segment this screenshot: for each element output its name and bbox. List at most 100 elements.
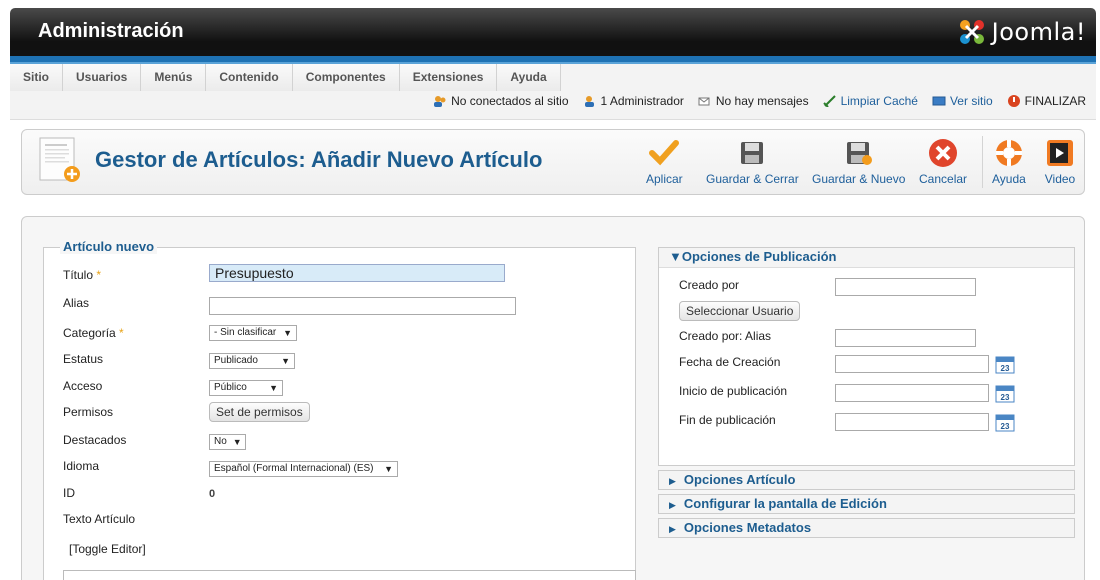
panel-edit-screen[interactable]: ▶ Configurar la pantalla de Edición xyxy=(658,494,1075,514)
menu-item-contenido[interactable]: Contenido xyxy=(206,64,293,91)
admin-title: Administración xyxy=(38,20,184,42)
alias-input[interactable] xyxy=(209,297,516,315)
menu-item-sitio[interactable]: Sitio xyxy=(10,64,63,91)
clear-cache-link[interactable]: Limpiar Caché xyxy=(822,94,918,108)
menu-strip: Sitio Usuarios Menús Contenido Component… xyxy=(10,64,1096,120)
logout-link[interactable]: FINALIZAR xyxy=(1007,94,1086,108)
calendar-icon[interactable]: 23 xyxy=(995,413,1015,432)
status-messages-text: No hay mensajes xyxy=(715,94,809,108)
created-by-input[interactable] xyxy=(835,278,976,296)
message-icon xyxy=(698,97,710,106)
admin-header: Administración Joomla! xyxy=(10,8,1096,56)
title-label-text: Título xyxy=(63,268,94,282)
view-site-text: Ver sitio xyxy=(949,94,993,108)
save-new-button[interactable]: Guardar & Nuevo xyxy=(812,138,905,186)
panel-metadata-text: Opciones Metadatos xyxy=(683,520,812,535)
category-label: Categoría * xyxy=(63,326,124,340)
created-date-label: Fecha de Creación xyxy=(679,355,781,369)
checkmark-icon xyxy=(649,140,680,166)
status-select[interactable]: Publicado ▼ xyxy=(209,353,295,369)
cancel-icon xyxy=(929,139,958,167)
category-value: - Sin clasificar xyxy=(214,327,277,338)
publish-up-label: Inicio de publicación xyxy=(679,384,788,398)
publish-up-input[interactable] xyxy=(835,384,989,402)
calendar-day-text: 23 xyxy=(1001,422,1010,431)
panel-edit-screen-text: Configurar la pantalla de Edición xyxy=(683,496,887,511)
main-menu: Sitio Usuarios Menús Contenido Component… xyxy=(10,64,561,91)
permissions-label: Permisos xyxy=(63,405,114,419)
article-add-icon xyxy=(39,137,80,182)
category-select[interactable]: - Sin clasificar ▼ xyxy=(209,325,297,341)
content-area: Artículo nuevo Título * Presupuesto Alia… xyxy=(21,216,1085,580)
dropdown-arrow-icon: ▼ xyxy=(283,328,292,338)
created-by-label: Creado por xyxy=(679,278,740,292)
fieldset-legend: Artículo nuevo xyxy=(60,239,158,254)
calendar-icon[interactable]: 23 xyxy=(995,355,1015,374)
status-not-connected-text: No conectados al sitio xyxy=(451,94,569,108)
publishing-header[interactable]: ▼Opciones de Publicación xyxy=(659,248,1074,268)
status-admins-text: 1 Administrador xyxy=(600,94,684,108)
created-date-input[interactable] xyxy=(835,355,989,373)
menu-item-componentes[interactable]: Componentes xyxy=(292,64,400,91)
status-bar: No conectados al sitio 1 Administrador N… xyxy=(433,94,1086,108)
help-label: Ayuda xyxy=(992,172,1026,186)
header-accent-bar xyxy=(10,56,1096,64)
clear-cache-text: Limpiar Caché xyxy=(840,94,918,108)
broom-icon xyxy=(822,95,836,107)
featured-select[interactable]: No ▼ xyxy=(209,434,246,450)
menu-item-usuarios[interactable]: Usuarios xyxy=(63,64,142,91)
users-icon xyxy=(434,96,446,107)
featured-label: Destacados xyxy=(63,433,127,447)
dropdown-arrow-icon: ▼ xyxy=(281,356,290,366)
language-value: Español (Formal Internacional) (ES) xyxy=(214,463,374,474)
menu-item-ayuda[interactable]: Ayuda xyxy=(497,64,561,91)
save-new-label: Guardar & Nuevo xyxy=(812,172,906,186)
title-input[interactable]: Presupuesto xyxy=(209,264,505,282)
save-new-icon xyxy=(846,142,872,165)
collapsed-arrow-icon: ▶ xyxy=(669,500,676,510)
permissions-button[interactable]: Set de permisos xyxy=(209,402,310,422)
page-title: Gestor de Artículos: Añadir Nuevo Artícu… xyxy=(95,147,543,172)
panel-article-options[interactable]: ▶ Opciones Artículo xyxy=(658,470,1075,490)
publish-down-input[interactable] xyxy=(835,413,989,431)
menu-item-menus[interactable]: Menús xyxy=(141,64,207,91)
dropdown-arrow-icon: ▼ xyxy=(384,464,393,474)
video-icon xyxy=(1047,140,1073,166)
access-select[interactable]: Público ▼ xyxy=(209,380,283,396)
save-icon xyxy=(741,142,764,164)
language-select[interactable]: Español (Formal Internacional) (ES) ▼ xyxy=(209,461,398,477)
video-label: Video xyxy=(1044,172,1076,186)
article-fieldset: Artículo nuevo Título * Presupuesto Alia… xyxy=(43,239,636,580)
panel-article-options-text: Opciones Artículo xyxy=(683,472,796,487)
joomla-logo: Joomla! xyxy=(956,16,1086,48)
calendar-icon[interactable]: 23 xyxy=(995,384,1015,403)
calendar-day-text: 23 xyxy=(1001,393,1010,402)
created-by-alias-label: Creado por: Alias xyxy=(679,329,772,343)
video-button[interactable]: Video xyxy=(1044,138,1076,186)
cancel-button[interactable]: Cancelar xyxy=(919,138,967,186)
toolbar: Gestor de Artículos: Añadir Nuevo Artícu… xyxy=(21,129,1085,195)
status-admins: 1 Administrador xyxy=(583,94,684,108)
view-site-link[interactable]: Ver sitio xyxy=(932,94,993,108)
lifebuoy-icon xyxy=(995,140,1022,166)
dropdown-arrow-icon: ▼ xyxy=(232,437,242,447)
access-value: Público xyxy=(214,382,247,393)
save-close-button[interactable]: Guardar & Cerrar xyxy=(706,138,799,186)
toolbar-separator xyxy=(982,136,983,188)
publishing-header-text: Opciones de Publicación xyxy=(681,249,837,264)
id-value: 0 xyxy=(209,488,216,500)
panel-metadata[interactable]: ▶ Opciones Metadatos xyxy=(658,518,1075,538)
dropdown-arrow-icon: ▼ xyxy=(269,383,278,393)
save-close-label: Guardar & Cerrar xyxy=(706,172,799,186)
toggle-editor-link[interactable]: [Toggle Editor] xyxy=(69,542,146,556)
help-button[interactable]: Ayuda xyxy=(992,138,1026,186)
article-editor[interactable] xyxy=(63,570,636,580)
publishing-panel: ▼Opciones de Publicación Creado por Sele… xyxy=(658,247,1075,466)
created-by-alias-input[interactable] xyxy=(835,329,976,347)
apply-button[interactable]: Aplicar xyxy=(646,138,683,186)
menu-item-extensiones[interactable]: Extensiones xyxy=(399,64,498,91)
select-user-button[interactable]: Seleccionar Usuario xyxy=(679,301,801,321)
cancel-label: Cancelar xyxy=(919,172,968,186)
collapsed-arrow-icon: ▶ xyxy=(669,524,676,534)
status-label: Estatus xyxy=(63,352,104,366)
